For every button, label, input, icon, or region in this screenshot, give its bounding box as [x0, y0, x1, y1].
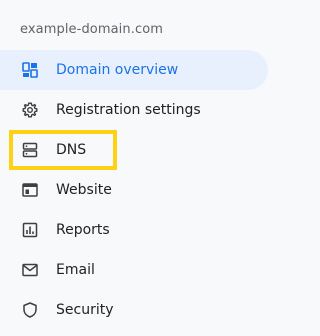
nav-item-security[interactable]: Security	[0, 290, 268, 330]
nav-item-label: Domain overview	[56, 62, 179, 78]
nav-item-website[interactable]: Website	[0, 170, 268, 210]
reports-icon	[22, 222, 38, 238]
domain-sidebar-nav: example-domain.com Domain overview Regis…	[0, 0, 277, 336]
nav-item-label: Website	[56, 182, 112, 198]
nav-item-label: Email	[56, 262, 95, 278]
nav-item-registration-settings[interactable]: Registration settings	[0, 90, 268, 130]
nav-item-label: Security	[56, 302, 114, 318]
dns-icon	[22, 142, 38, 158]
gear-icon	[22, 102, 38, 118]
nav-item-label: Reports	[56, 222, 110, 238]
email-icon	[22, 262, 38, 278]
website-icon	[22, 182, 38, 198]
nav-item-label: DNS	[56, 142, 87, 158]
dashboard-icon	[22, 62, 38, 78]
nav-item-reports[interactable]: Reports	[0, 210, 268, 250]
shield-icon	[22, 302, 38, 318]
nav-item-label: Registration settings	[56, 102, 201, 118]
domain-name: example-domain.com	[20, 22, 164, 37]
nav-item-dns[interactable]: DNS	[0, 130, 268, 170]
nav-item-email[interactable]: Email	[0, 250, 268, 290]
nav-item-domain-overview[interactable]: Domain overview	[0, 50, 268, 90]
